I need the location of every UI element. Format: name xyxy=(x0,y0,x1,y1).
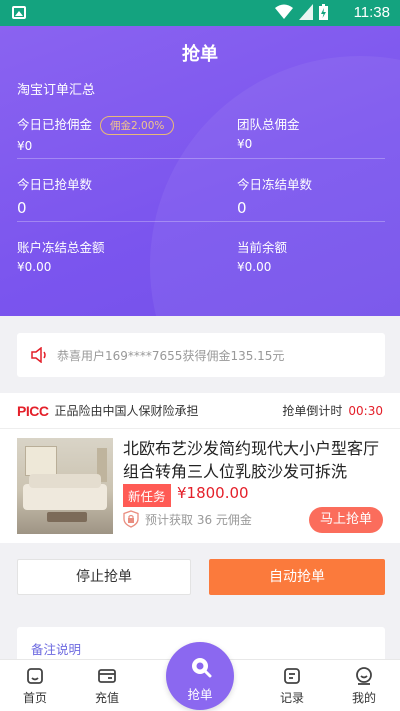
nav-item-grab[interactable]: 抢单 xyxy=(166,642,234,710)
stop-grab-button[interactable]: 停止抢单 xyxy=(17,559,191,595)
product-price: ¥1800.00 xyxy=(177,484,249,502)
records-icon xyxy=(284,668,300,684)
section-title: 淘宝订单汇总 xyxy=(17,83,96,98)
lock-shield-icon xyxy=(123,510,139,528)
stat-today-orders: 今日已抢单数 0 xyxy=(17,177,93,217)
status-bar: 11:38 xyxy=(0,0,400,26)
card-icon xyxy=(98,669,116,683)
commission-rate-badge: 佣金2.00% xyxy=(100,116,175,135)
auto-grab-button[interactable]: 自动抢单 xyxy=(209,559,385,595)
insurance-text: 正品险由中国人保财险承担 xyxy=(54,404,199,418)
profile-icon xyxy=(356,667,372,685)
cell-signal-icon xyxy=(299,4,313,20)
nav-item-home[interactable]: 首页 xyxy=(5,666,65,706)
nav-item-records[interactable]: 记录 xyxy=(262,666,322,706)
product-image[interactable] xyxy=(17,438,113,534)
stat-today-frozen-orders: 今日冻结单数 0 xyxy=(237,177,313,217)
countdown: 抢单倒计时 00:30 xyxy=(282,404,383,418)
grab-now-button[interactable]: 马上抢单 xyxy=(309,507,383,533)
battery-icon xyxy=(319,4,328,20)
speaker-icon xyxy=(31,347,46,363)
divider xyxy=(17,221,385,222)
divider xyxy=(17,158,385,159)
stat-team-commission: 团队总佣金 ¥0 xyxy=(237,117,300,151)
task-card: PICC 正品险由中国人保财险承担 抢单倒计时 00:30 北欧布艺沙发简约现代大… xyxy=(0,393,400,543)
product-title: 北欧布艺沙发简约现代大小户型客厅组合转角三人位乳胶沙发可拆洗 xyxy=(123,439,380,481)
home-icon xyxy=(27,668,43,684)
nav-item-mine[interactable]: 我的 xyxy=(334,666,394,706)
search-grab-icon xyxy=(192,658,212,678)
stat-balance: 当前余额 ¥0.00 xyxy=(237,240,288,274)
stat-today-commission: 今日已抢佣金 佣金2.00% ¥0 xyxy=(17,114,175,153)
new-task-tag: 新任务 xyxy=(123,484,171,507)
page-title: 抢单 xyxy=(182,44,218,65)
stat-frozen-amount: 账户冻结总金额 ¥0.00 xyxy=(17,240,105,274)
clock: 11:38 xyxy=(353,4,390,21)
announcement-bar: 恭喜用户169****7655获得佣金135.15元 xyxy=(17,333,385,377)
countdown-value: 00:30 xyxy=(348,404,383,418)
image-icon xyxy=(12,6,26,19)
picc-logo: PICC xyxy=(17,402,49,419)
wifi-icon xyxy=(275,4,293,19)
estimated-commission: 预计获取 36 元佣金 xyxy=(123,510,252,528)
announcement-text: 恭喜用户169****7655获得佣金135.15元 xyxy=(57,348,285,363)
nav-item-recharge[interactable]: 充值 xyxy=(77,666,137,706)
summary-header: 抢单 淘宝订单汇总 今日已抢佣金 佣金2.00% ¥0 团队总佣金 ¥0 今日已抢… xyxy=(0,26,400,316)
remarks-title: 备注说明 xyxy=(31,642,82,657)
